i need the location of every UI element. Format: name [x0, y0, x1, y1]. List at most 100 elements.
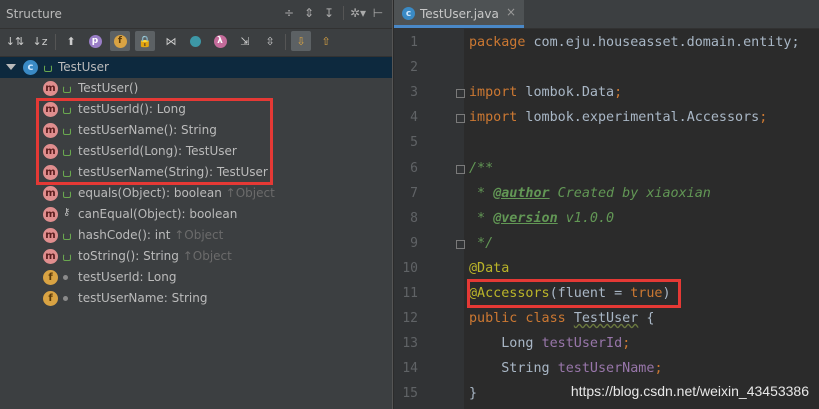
hide-icon[interactable]: ⊢	[370, 5, 386, 21]
class-icon: c	[23, 60, 38, 75]
code-line[interactable]: /**	[469, 161, 493, 176]
show-fields-icon[interactable]: f	[110, 31, 130, 51]
line-number: 5	[410, 135, 418, 151]
tree-item-label: toString(): String ↑Object	[78, 249, 232, 263]
tree-root-label: TestUser	[58, 60, 109, 74]
code-token: Accessors	[686, 110, 760, 126]
fold-marker-icon[interactable]	[456, 114, 465, 124]
code-line[interactable]: @Data	[469, 261, 509, 276]
code-line[interactable]: */	[469, 236, 493, 251]
code-token: *	[469, 185, 494, 201]
settings-icon[interactable]: ✲▾	[350, 5, 366, 21]
code-token: @Data	[469, 260, 510, 276]
expand-arrow-icon[interactable]	[6, 64, 16, 70]
code-token: {	[638, 311, 655, 327]
java-class-icon: c	[402, 7, 415, 20]
fold-marker-icon[interactable]	[456, 239, 465, 249]
collapse-all-icon[interactable]: ⇕	[301, 5, 317, 21]
code-line[interactable]: package com.eju.houseasset.domain.entity…	[469, 35, 800, 50]
code-token: ;	[614, 85, 623, 101]
code-line[interactable]: * @author Created by xiaoxian	[469, 186, 711, 201]
code-line[interactable]: String testUserName;	[469, 361, 663, 377]
code-line[interactable]: public class TestUser {	[469, 311, 654, 326]
tree-item-label: testUserName: String	[78, 291, 208, 305]
code-editor: c TestUser.java × 1 package com.eju.house…	[394, 0, 819, 409]
code-token: package	[469, 35, 526, 50]
tree-item[interactable]: f testUserName: String	[0, 288, 392, 309]
line-number: 8	[410, 210, 418, 226]
tree-item[interactable]: m ⚷ canEqual(Object): boolean	[0, 204, 392, 225]
inherited-from-label: ↑Object	[182, 249, 232, 263]
structure-title: Structure	[6, 7, 62, 21]
code-token: lombok.	[517, 85, 582, 101]
code-line[interactable]: import lombok.experimental.Accessors;	[469, 110, 767, 125]
fold-marker-icon[interactable]	[456, 89, 465, 99]
code-token: */	[469, 235, 494, 251]
inherited-from-label: ↑Object	[174, 228, 224, 242]
expand-all-icon[interactable]: ÷	[281, 5, 297, 21]
sort-alphabetically-icon[interactable]: ↓z	[30, 31, 50, 51]
code-line[interactable]: Long testUserId;	[469, 336, 630, 351]
method-icon: m	[43, 228, 58, 243]
tree-root-testuser[interactable]: c TestUser	[0, 57, 392, 78]
show-lambdas-icon[interactable]	[185, 31, 205, 51]
line-number: 14	[402, 361, 418, 377]
show-lambda-icon[interactable]: λ	[210, 31, 230, 51]
expand-icon[interactable]: ⇲	[235, 31, 255, 51]
line-number: 1	[410, 35, 418, 50]
watermark: https://blog.csdn.net/weixin_43453386	[570, 383, 809, 399]
autoscroll-from-source-icon[interactable]: ⇧	[316, 31, 336, 51]
code-token: @author	[493, 185, 550, 201]
code-token: Long	[469, 336, 542, 352]
sort-by-visibility-icon[interactable]: ↓⇅	[5, 31, 25, 51]
tab-testuser-java[interactable]: c TestUser.java ×	[394, 0, 524, 28]
code-line[interactable]: }	[469, 386, 477, 401]
code-line[interactable]: * @version v1.0.0	[469, 211, 614, 226]
close-tab-icon[interactable]: ×	[506, 5, 516, 19]
code-token: testUserId	[541, 336, 623, 352]
tree-item-label: canEqual(Object): boolean	[78, 207, 238, 221]
collapse-icon[interactable]: ⇳	[260, 31, 280, 51]
code-token: v1.0.0	[557, 210, 615, 226]
field-icon: f	[43, 291, 58, 306]
code-token: String	[469, 361, 558, 377]
line-number: 6	[410, 160, 418, 176]
structure-panel: Structure ÷ ⇕ ↧ ✲▾ ⊢ ↓⇅ ↓z ⬆ p f 🔒 ⋈ λ ⇲…	[0, 0, 392, 409]
tab-label: TestUser.java	[420, 7, 499, 21]
tree-item-label: testUserId: Long	[78, 270, 177, 284]
tree-item[interactable]: f testUserId: Long	[0, 267, 392, 288]
autoscroll-to-source-icon[interactable]: ⇩	[291, 31, 311, 51]
tree-item[interactable]: m TestUser()	[0, 78, 392, 99]
highlight-box-accessors	[36, 98, 273, 185]
tree-item-label: TestUser()	[78, 81, 139, 95]
code-token: Created by xiaoxian	[549, 185, 711, 201]
code-token: }	[469, 386, 478, 402]
code-token: Data	[581, 85, 615, 101]
show-anonymous-icon[interactable]: ⋈	[161, 31, 181, 51]
show-inherited-icon[interactable]: ⬆	[61, 31, 81, 51]
editor-tab-bar: c TestUser.java ×	[394, 0, 819, 29]
code-token: import	[469, 85, 518, 101]
code-line[interactable]: import lombok.Data;	[469, 85, 622, 100]
line-number: 4	[410, 110, 418, 126]
sort-icon[interactable]: ↧	[321, 5, 337, 21]
line-number: 13	[402, 336, 418, 352]
method-icon: m	[43, 249, 58, 264]
code-token: @version	[493, 210, 558, 226]
protected-visibility-icon: ⚷	[63, 207, 71, 218]
structure-toolbar: ↓⇅ ↓z ⬆ p f 🔒 ⋈ λ ⇲ ⇳ ⇩ ⇧	[0, 28, 392, 57]
code-token: ;	[622, 336, 631, 352]
fold-marker-icon[interactable]	[456, 164, 465, 174]
line-number: 12	[402, 311, 418, 327]
line-number: 11	[402, 286, 418, 301]
code-token: com.eju.houseasset.domain.entity;	[525, 35, 800, 50]
method-icon: m	[43, 207, 58, 222]
public-visibility-icon	[63, 191, 71, 198]
show-properties-icon[interactable]: p	[85, 31, 105, 51]
show-non-public-icon[interactable]: 🔒	[135, 31, 155, 51]
tree-item[interactable]: m hashCode(): int ↑Object	[0, 225, 392, 246]
tree-item[interactable]: m toString(): String ↑Object	[0, 246, 392, 267]
structure-header: Structure ÷ ⇕ ↧ ✲▾ ⊢	[0, 0, 392, 29]
tree-item[interactable]: m equals(Object): boolean ↑Object	[0, 183, 392, 204]
code-token: ;	[654, 361, 663, 377]
